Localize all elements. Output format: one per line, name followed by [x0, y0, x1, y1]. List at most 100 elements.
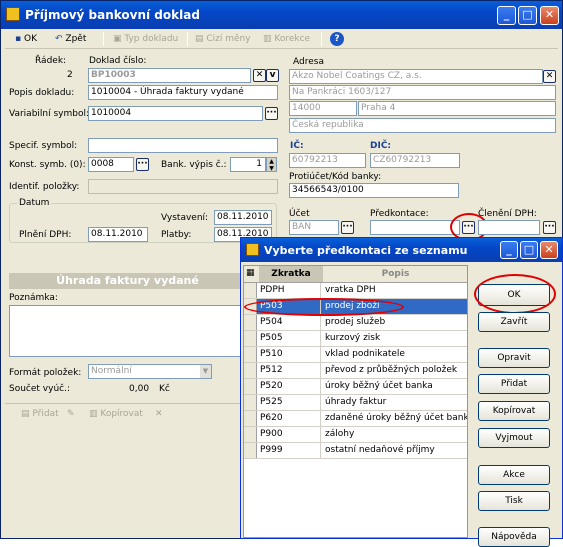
maximize-button[interactable]: □ [518, 6, 537, 25]
ico-label: IČ: [290, 141, 304, 151]
selected-row-highlight [244, 298, 404, 316]
close-button[interactable]: ✕ [540, 6, 559, 25]
save-icon: ▪ [15, 34, 22, 44]
correction-button[interactable]: ▥ Korekce [263, 31, 310, 47]
ico-field[interactable]: 60792213 [289, 153, 366, 168]
table-row[interactable]: P620 zdaněné úroky běžný účet banka [244, 411, 467, 427]
actions-button[interactable]: Akce [478, 465, 550, 485]
account-field[interactable]: 34566543/0100 [289, 183, 459, 198]
copy-button[interactable]: Kopírovat [478, 401, 550, 421]
table-row[interactable]: P900 zálohy [244, 427, 467, 443]
ucet-field[interactable]: BAN [289, 220, 339, 235]
dic-label: DIČ: [370, 141, 392, 151]
address-zip-field[interactable]: 14000 [289, 101, 357, 116]
address-street-field[interactable]: Na Pankráci 1603/127 [289, 85, 556, 100]
add-button[interactable]: Přidat [478, 374, 550, 394]
specsym-label: Specif. symbol: [9, 141, 78, 151]
ok-highlight [474, 274, 556, 314]
sum-label: Součet vyúč.: [9, 384, 70, 394]
toolbar-separator [103, 32, 104, 46]
chevron-down-icon[interactable]: ▼ [200, 365, 211, 378]
column-header-desc[interactable]: Popis [324, 266, 467, 282]
row-label: Řádek: [35, 56, 67, 66]
doc-type-button[interactable]: ▣ Typ dokladu [113, 31, 178, 47]
predkontace-label: Předkontace: [370, 209, 429, 219]
help-button[interactable]: Nápověda [478, 527, 550, 547]
issued-date-field[interactable]: 08.11.2010 [214, 210, 272, 225]
table-row[interactable]: P504 prodej služeb [244, 315, 467, 331]
ucet-label: Účet [289, 209, 310, 219]
address-label: Adresa [293, 57, 324, 67]
dialog-app-icon [246, 243, 259, 256]
dialog-minimize-button[interactable]: _ [500, 241, 518, 259]
address-city-field[interactable]: Praha 4 [358, 101, 556, 116]
edit-button[interactable]: Opravit [478, 348, 550, 368]
table-row[interactable]: P999 ostatní nedaňové příjmy [244, 443, 467, 459]
description-field[interactable]: 1010004 - Úhrada faktury vydané [88, 85, 278, 100]
address-country-field[interactable]: Česká republika [289, 118, 556, 133]
account-label: Protiúčet/Kód banky: [289, 172, 382, 182]
varsym-lookup-button[interactable]: ··· [265, 107, 278, 120]
back-toolbar-button[interactable]: ↶ Zpět [55, 31, 86, 47]
vat-division-lookup-button[interactable]: ··· [543, 221, 556, 234]
toolbar-separator [187, 32, 188, 46]
items-copy-button[interactable]: ▥ Kopírovat [89, 406, 143, 422]
help-icon[interactable]: ? [330, 32, 344, 46]
address-name-field[interactable]: Akzo Nobel Coatings CZ, a.s. [289, 69, 543, 84]
window-title: Příjmový bankovní doklad [25, 8, 200, 22]
constant-symbol-field[interactable]: 0008 [88, 157, 134, 172]
docno-field[interactable]: BP10003 [88, 68, 251, 83]
dic-field[interactable]: CZ60792213 [370, 153, 460, 168]
bank-statement-spinner[interactable]: ▲ ▼ [266, 157, 277, 172]
ucet-lookup-button[interactable]: ··· [341, 221, 354, 234]
ident-field [88, 179, 278, 194]
constsym-label: Konst. symb. (0): [9, 160, 86, 170]
dialog-title: Vyberte předkontaci ze seznamu [264, 244, 468, 257]
specific-symbol-field[interactable] [88, 138, 278, 153]
issued-label: Vystavení: [161, 213, 209, 223]
note-textarea[interactable] [9, 305, 246, 357]
sum-currency: Kč [159, 384, 170, 394]
bank-statement-label: Bank. výpis č.: [161, 160, 227, 170]
date-group-label: Datum [17, 197, 52, 209]
currencies-button[interactable]: ▤ Cizí měny [195, 31, 251, 47]
table-row[interactable]: P505 kurzový zisk [244, 331, 467, 347]
table-row[interactable]: P512 převod z průběžných položek [244, 363, 467, 379]
minimize-button[interactable]: _ [497, 6, 516, 25]
column-header-code[interactable]: Zkratka [259, 266, 323, 282]
dialog-close-button[interactable]: ✕ [540, 241, 558, 259]
clear-docno-button[interactable]: ✕ [253, 69, 266, 82]
variable-symbol-field[interactable]: 1010004 [88, 106, 263, 121]
items-add-button[interactable]: ▤ Přidat [21, 406, 59, 422]
table-row[interactable]: P510 vklad podnikatele [244, 347, 467, 363]
docno-dropdown-button[interactable]: v [266, 69, 279, 82]
doc-banner: Úhrada faktury vydané [9, 273, 246, 289]
bank-statement-field[interactable]: 1 [230, 157, 266, 172]
clear-address-button[interactable]: ✕ [543, 70, 556, 83]
items-delete-icon[interactable]: ✕ [155, 406, 163, 422]
table-row[interactable]: P520 úroky běžný účet banka [244, 379, 467, 395]
print-button[interactable]: Tisk [478, 491, 550, 511]
remove-button[interactable]: Vyjmout [478, 428, 550, 448]
ok-toolbar-button[interactable]: ▪ OK [15, 31, 37, 47]
table-row[interactable]: P525 úhrady faktur [244, 395, 467, 411]
ident-label: Identif. položky: [9, 182, 80, 192]
dialog-maximize-button[interactable]: □ [520, 241, 538, 259]
format-label: Formát položek: [9, 368, 82, 378]
vat-division-label: Členění DPH: [478, 209, 537, 219]
format-select[interactable]: Normální [88, 364, 212, 379]
items-edit-icon[interactable]: ✎ [67, 406, 75, 422]
desc-label: Popis dokladu: [9, 88, 75, 98]
note-label: Poznámka: [9, 293, 58, 303]
docno-label: Doklad číslo: [89, 56, 147, 66]
undo-icon: ↶ [55, 34, 63, 44]
vat-division-field[interactable] [478, 220, 540, 235]
vat-date-label: Plnění DPH: [19, 230, 72, 240]
table-row[interactable]: PDPH vratka DPH [244, 283, 467, 299]
close-dialog-button[interactable]: Zavřít [478, 312, 550, 332]
dialog-title-bar: Vyberte předkontaci ze seznamu _ □ ✕ [241, 238, 562, 262]
toolbar: ▪ OK ↶ Zpět ▣ Typ dokladu ▤ Cizí měny ▥ … [5, 29, 558, 49]
predkontace-field[interactable] [370, 220, 460, 235]
vat-date-field[interactable]: 08.11.2010 [88, 227, 148, 242]
constsym-lookup-button[interactable]: ··· [136, 158, 149, 171]
